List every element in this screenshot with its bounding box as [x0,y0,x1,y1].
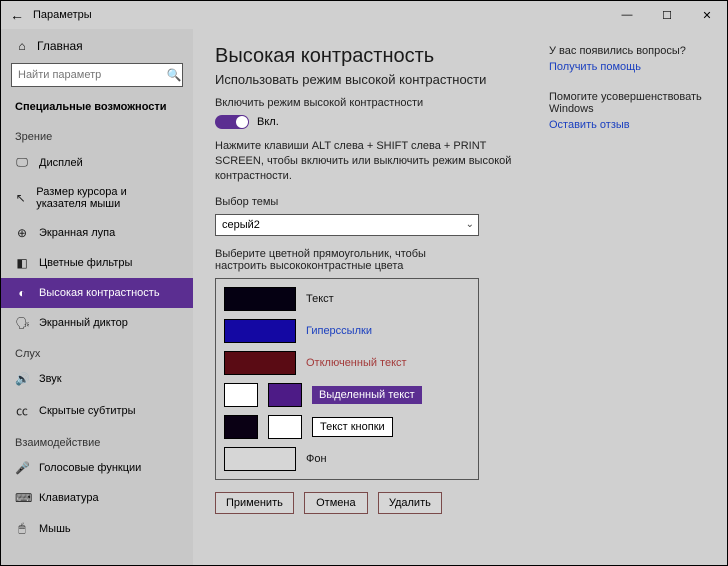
cancel-button[interactable]: Отмена [304,492,368,514]
sidebar-item[interactable]: ⊕ Экранная лупа [1,218,193,248]
color-row: Отключенный текст [224,351,470,375]
sidebar-item-label: Голосовые функции [39,462,141,474]
sidebar-item[interactable]: 🖵 Дисплей [1,147,193,178]
apply-button[interactable]: Применить [215,492,294,514]
page-title: Высокая контрастность [215,45,539,68]
home-label: Главная [37,39,83,53]
sidebar-item[interactable]: 🖱 Мышь [1,513,193,544]
search-icon: 🔍 [166,68,182,82]
sidebar-item-label: Цветные фильтры [39,257,132,269]
theme-label: Выбор темы [215,196,539,208]
sidebar-item-label: Мышь [39,523,71,535]
sidebar-item[interactable]: 🗣 Экранный диктор [1,308,193,338]
contrast-icon: ◐ [15,286,29,300]
display-icon: 🖵 [15,155,29,170]
high-contrast-toggle[interactable]: Вкл. [215,115,279,129]
sidebar-item[interactable]: 🔊 Звук [1,364,193,394]
color-row: Текст кнопки [224,415,470,439]
search-field[interactable] [12,69,166,81]
magnifier-icon: ⊕ [15,226,29,240]
page-subtitle: Использовать режим высокой контрастности [215,72,539,87]
section-title: Специальные возможности [1,97,193,121]
color-swatch[interactable] [224,287,296,311]
sidebar-group-label: Слух [1,338,193,364]
speech-icon: 🎤 [15,461,29,475]
color-row: Фон [224,447,470,471]
close-button[interactable]: ✕ [687,1,727,29]
titlebar: ← Параметры — ☐ ✕ [1,1,727,29]
color-filters-icon: ◧ [15,256,29,270]
sound-icon: 🔊 [15,372,29,386]
color-row-label: Выделенный текст [312,386,422,404]
cc-icon: ㏄ [15,402,29,419]
sidebar-item-label: Размер курсора и указателя мыши [36,186,179,210]
color-swatch[interactable] [268,415,302,439]
color-row-label: Гиперссылки [306,325,372,337]
home-icon: ⌂ [15,39,29,53]
sidebar-item-label: Клавиатура [39,492,99,504]
sidebar-group-label: Зрение [1,121,193,147]
sidebar: ⌂ Главная 🔍 Специальные возможности Зрен… [1,29,193,565]
sidebar-item-label: Дисплей [39,157,83,169]
color-swatch[interactable] [224,447,296,471]
color-row-label: Отключенный текст [306,357,407,369]
window-body: ⌂ Главная 🔍 Специальные возможности Зрен… [1,29,727,565]
sidebar-item-label: Скрытые субтитры [39,405,136,417]
main-panel: Высокая контрастность Использовать режим… [215,45,539,555]
color-row-label: Текст [306,293,334,305]
feedback-question: Помогите усовершенствовать Windows [549,91,709,115]
sidebar-item[interactable]: ↖ Размер курсора и указателя мыши [1,178,193,218]
theme-selected: серый2 [222,219,260,231]
feedback-link[interactable]: Оставить отзыв [549,119,709,131]
aside: У вас появились вопросы? Получить помощь… [539,45,709,555]
cursor-icon: ↖ [15,191,26,205]
color-swatch[interactable] [224,319,296,343]
sidebar-item-label: Экранный диктор [39,317,128,329]
sidebar-item-label: Звук [39,373,62,385]
color-row: Выделенный текст [224,383,470,407]
color-row-label: Текст кнопки [312,417,393,437]
shortcut-hint: Нажмите клавиши ALT слева + SHIFT слева … [215,139,525,184]
panel-label: Выберите цветной прямоугольник, чтобы на… [215,248,479,272]
home-link[interactable]: ⌂ Главная [1,35,193,59]
toggle-state: Вкл. [257,116,279,128]
sidebar-item[interactable]: ⌨ Клавиатура [1,483,193,513]
minimize-button[interactable]: — [607,1,647,29]
color-swatch[interactable] [268,383,302,407]
get-help-link[interactable]: Получить помощь [549,61,709,73]
settings-window: ← Параметры — ☐ ✕ ⌂ Главная 🔍 Специальны… [0,0,728,566]
sidebar-item-label: Экранная лупа [39,227,115,239]
help-question: У вас появились вопросы? [549,45,709,57]
search-input[interactable]: 🔍 [11,63,183,87]
back-button[interactable]: ← [1,7,33,23]
sidebar-item-label: Высокая контрастность [39,287,160,299]
window-title: Параметры [33,9,607,21]
color-swatch[interactable] [224,351,296,375]
keyboard-icon: ⌨ [15,491,29,505]
mouse-icon: 🖱 [15,521,29,536]
color-swatch[interactable] [224,415,258,439]
toggle-label: Включить режим высокой контрастности [215,97,539,109]
sidebar-item[interactable]: ◐ Высокая контрастность [1,278,193,308]
delete-button[interactable]: Удалить [378,492,442,514]
color-row: Текст [224,287,470,311]
content: Высокая контрастность Использовать режим… [193,29,727,565]
theme-select[interactable]: серый2 ⌄ [215,214,479,236]
sidebar-item[interactable]: ㏄ Скрытые субтитры [1,394,193,427]
color-row-label: Фон [306,453,327,465]
narrator-icon: 🗣 [15,316,29,330]
color-row: Гиперссылки [224,319,470,343]
sidebar-item[interactable]: ◧ Цветные фильтры [1,248,193,278]
chevron-down-icon: ⌄ [466,219,474,230]
sidebar-group-label: Взаимодействие [1,427,193,453]
color-swatch[interactable] [224,383,258,407]
sidebar-item[interactable]: 🎤 Голосовые функции [1,453,193,483]
color-panel: Текст Гиперссылки Отключенный текст Выделен… [215,278,479,480]
toggle-switch-icon [215,115,249,129]
maximize-button[interactable]: ☐ [647,1,687,29]
